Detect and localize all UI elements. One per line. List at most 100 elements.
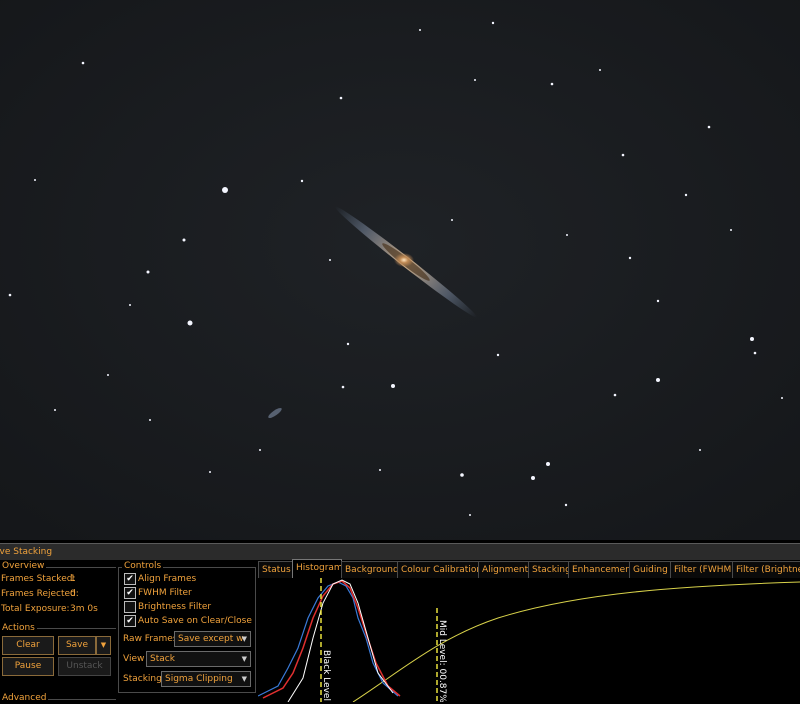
tab-enhancement[interactable]: Enhancement: [568, 561, 634, 578]
stacking-value: Sigma Clipping: [165, 674, 233, 684]
raw-frames-select[interactable]: Save except w ▼: [174, 631, 251, 647]
star: [346, 342, 350, 346]
star: [391, 384, 395, 388]
align-frames-label: Align Frames: [138, 574, 197, 584]
align-frames-checkbox[interactable]: ✔: [124, 573, 136, 585]
tab-filter-brightne[interactable]: Filter (Brightne: [732, 561, 800, 578]
star: [379, 469, 381, 471]
tab-alignment[interactable]: Alignment: [478, 561, 529, 578]
tab-background[interactable]: Background: [341, 561, 399, 578]
save-button[interactable]: Save: [58, 636, 96, 655]
tab-stacking[interactable]: Stacking: [528, 561, 571, 578]
star: [474, 79, 476, 81]
frames-stacked-label: Frames Stacked:: [1, 574, 76, 584]
star: [300, 179, 304, 183]
star: [531, 476, 535, 480]
checkmark-icon: ✔: [126, 616, 134, 626]
histogram-chart[interactable]: Black Level: 0 Mid Level: 00.87%: [258, 578, 800, 702]
star: [149, 419, 151, 421]
frames-rejected-label: Frames Rejected:: [1, 589, 79, 599]
star: [222, 187, 228, 193]
chevron-down-icon: ▼: [241, 655, 247, 663]
actions-heading: Actions: [0, 623, 37, 634]
controls-heading: Controls: [122, 561, 164, 572]
fwhm-filter-label: FWHM Filter: [138, 588, 192, 598]
raw-frames-value: Save except w: [178, 634, 244, 644]
chevron-down-icon: ▼: [241, 635, 247, 643]
star: [628, 256, 632, 260]
star: [259, 449, 261, 451]
stacking-select[interactable]: Sigma Clipping ▼: [161, 671, 251, 687]
star: [613, 393, 617, 397]
stacking-label: Stacking: [123, 674, 162, 684]
save-dropdown-button[interactable]: ▼: [96, 636, 111, 655]
star: [182, 238, 186, 242]
star: [564, 503, 568, 507]
star: [146, 270, 150, 274]
star: [546, 462, 550, 466]
frames-rejected-value: 0: [70, 589, 76, 599]
tab-histogram[interactable]: Histogram: [292, 559, 343, 578]
brightness-filter-label: Brightness Filter: [138, 602, 212, 612]
panel-title-bar: ive Stacking: [0, 543, 800, 560]
view-select[interactable]: Stack ▼: [146, 651, 251, 667]
star: [496, 353, 500, 357]
total-exposure-label: Total Exposure:: [1, 604, 70, 614]
frames-stacked-value: 1: [70, 574, 76, 584]
total-exposure-value: 3m 0s: [70, 604, 98, 614]
star: [81, 61, 85, 65]
star: [107, 374, 109, 376]
unstack-button[interactable]: Unstack: [58, 657, 111, 676]
star: [684, 193, 688, 197]
star: [566, 234, 568, 236]
star: [339, 96, 343, 100]
star: [781, 397, 783, 399]
star: [599, 69, 601, 71]
star: [451, 219, 453, 221]
overview-heading: Overview: [0, 561, 47, 572]
view-value: Stack: [150, 654, 175, 664]
tab-colour-calibration[interactable]: Colour Calibration: [397, 561, 482, 578]
auto-save-checkbox[interactable]: ✔: [124, 615, 136, 627]
star: [8, 293, 12, 297]
checkmark-icon: ✔: [126, 574, 134, 584]
star: [469, 514, 471, 516]
raw-frames-label: Raw Frames: [123, 634, 178, 644]
fwhm-filter-checkbox[interactable]: ✔: [124, 587, 136, 599]
view-label: View: [123, 654, 145, 664]
clear-button[interactable]: Clear: [2, 636, 54, 655]
star: [54, 409, 56, 411]
stacked-image-view[interactable]: [0, 0, 800, 540]
star: [707, 125, 711, 129]
star: [491, 21, 495, 25]
tab-filter-fwhm[interactable]: Filter (FWHM): [670, 561, 735, 578]
star: [460, 473, 464, 477]
mid-level-text: Mid Level: 00.87%: [437, 620, 447, 702]
star: [656, 378, 660, 382]
brightness-filter-checkbox[interactable]: [124, 601, 136, 613]
advanced-heading[interactable]: Advanced: [0, 693, 49, 704]
star: [209, 471, 211, 473]
star: [753, 351, 757, 355]
star: [730, 229, 732, 231]
star: [419, 29, 421, 31]
chevron-down-icon: ▼: [100, 641, 107, 649]
chevron-down-icon: ▼: [241, 675, 247, 683]
star: [329, 259, 331, 261]
star: [341, 385, 345, 389]
checkmark-icon: ✔: [126, 588, 134, 598]
panel-title: ive Stacking: [0, 547, 53, 557]
star: [550, 82, 554, 86]
black-level-text: Black Level: 0: [321, 650, 331, 702]
tab-status[interactable]: Status: [258, 561, 293, 578]
star: [656, 299, 660, 303]
star: [129, 304, 131, 306]
star: [699, 449, 701, 451]
star: [621, 153, 625, 157]
star: [187, 320, 193, 326]
star: [34, 179, 36, 181]
pause-button[interactable]: Pause: [2, 657, 54, 676]
tab-guiding[interactable]: Guiding: [629, 561, 671, 578]
auto-save-label: Auto Save on Clear/Close: [138, 616, 252, 626]
star: [750, 337, 754, 341]
